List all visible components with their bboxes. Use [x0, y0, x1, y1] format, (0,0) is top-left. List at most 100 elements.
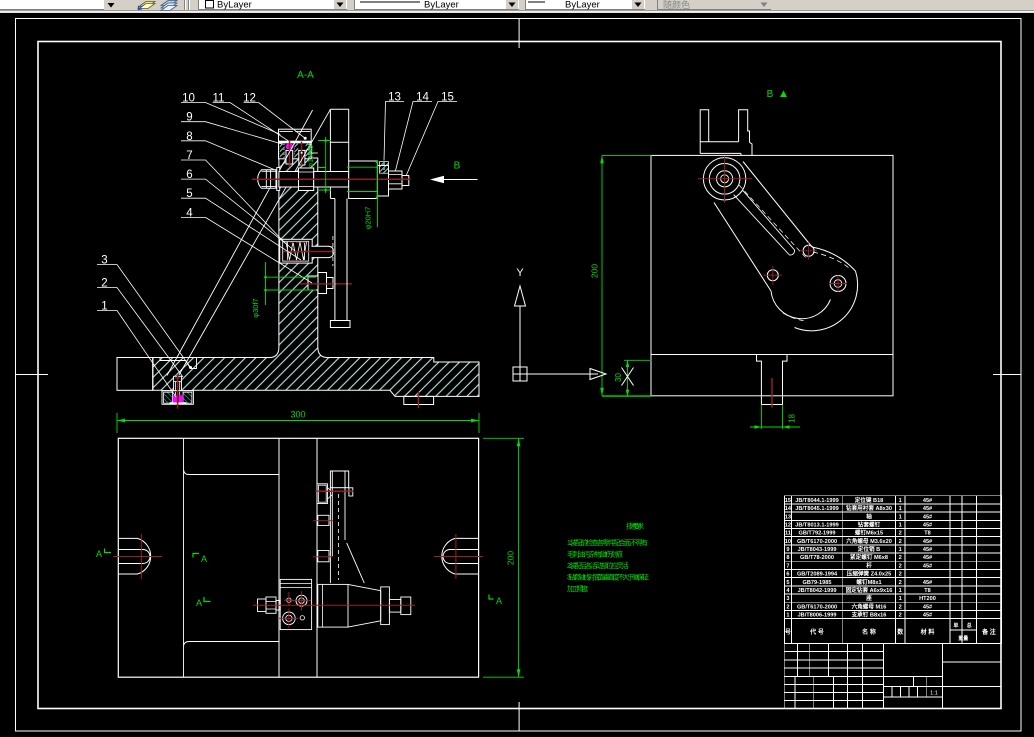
svg-text:加工精度.: 加工精度.	[567, 584, 588, 593]
svg-text:1: 1	[899, 506, 902, 512]
svg-text:45#: 45#	[923, 580, 933, 586]
svg-text:材 料: 材 料	[920, 628, 935, 636]
svg-text:45#: 45#	[923, 604, 933, 610]
svg-text:12: 12	[785, 523, 791, 529]
svg-text:45#: 45#	[923, 498, 933, 504]
svg-text:2: 2	[899, 604, 902, 610]
svg-text:压缩弹簧 Z4.0x25: 压缩弹簧 Z4.0x25	[847, 570, 891, 578]
svg-text:7: 7	[786, 563, 789, 569]
svg-text:1: 1	[899, 547, 902, 553]
svg-text:18: 18	[788, 414, 797, 423]
svg-text:JB/T8006-1999: JB/T8006-1999	[798, 613, 837, 619]
svg-text:备 注: 备 注	[981, 628, 996, 636]
svg-text:1:1: 1:1	[930, 691, 938, 697]
svg-text:45#: 45#	[923, 506, 933, 512]
svg-text:A: A	[196, 598, 202, 608]
svg-text:1: 1	[899, 514, 902, 520]
svg-text:六角螺母 M3.6x20: 六角螺母 M3.6x20	[846, 537, 892, 545]
svg-text:数: 数	[897, 628, 904, 636]
svg-text:10: 10	[785, 539, 791, 545]
svg-text:2: 2	[899, 563, 902, 569]
svg-text:2.装配后各活动部位应灵活.: 2.装配后各活动部位应灵活.	[567, 561, 629, 570]
svg-text:号: 号	[785, 628, 791, 636]
svg-text:1: 1	[899, 498, 902, 504]
svg-text:钻套螺钉: 钻套螺钉	[858, 521, 881, 529]
svg-text:1: 1	[786, 613, 789, 619]
svg-text:座: 座	[865, 594, 872, 602]
svg-text:14: 14	[785, 506, 792, 512]
svg-text:GB/T6170-2000: GB/T6170-2000	[797, 539, 837, 545]
svg-text:GB/T2089-1994: GB/T2089-1994	[797, 572, 838, 578]
svg-text:2: 2	[899, 531, 902, 537]
svg-text:代 号: 代 号	[809, 628, 824, 636]
svg-text:钻套用衬套 A8x30: 钻套用衬套 A8x30	[846, 504, 892, 512]
svg-text:300: 300	[290, 410, 305, 420]
svg-text:六角螺母 M16: 六角螺母 M16	[852, 602, 887, 610]
svg-text:A: A	[496, 596, 502, 606]
svg-text:2: 2	[786, 604, 789, 610]
svg-text:1: 1	[899, 588, 902, 594]
svg-text:45#: 45#	[923, 514, 933, 520]
svg-text:固定钻套 A6x9x16: 固定钻套 A6x9x16	[846, 586, 893, 594]
svg-text:毛刺, 油污, 杂物, 碰伤划痕: 毛刺, 油污, 杂物, 碰伤划痕	[567, 550, 623, 559]
svg-text:杆: 杆	[866, 561, 872, 569]
svg-text:T8: T8	[924, 531, 931, 537]
svg-text:名 称: 名 称	[862, 628, 876, 636]
svg-text:ByLayer: ByLayer	[217, 0, 252, 11]
svg-text:GB/T6170-2000: GB/T6170-2000	[797, 604, 837, 610]
svg-text:重量: 重量	[958, 635, 968, 642]
svg-text:11: 11	[785, 531, 791, 537]
svg-text:200: 200	[590, 264, 600, 278]
svg-text:1.装配前检查各零件配合面, 不得有: 1.装配前检查各零件配合面, 不得有	[567, 538, 648, 547]
svg-text:JB/T8045.1-1999: JB/T8045.1-1999	[795, 506, 839, 512]
svg-text:15: 15	[785, 498, 791, 504]
svg-text:2: 2	[899, 539, 902, 545]
svg-text:技术要求: 技术要求	[626, 522, 644, 531]
svg-text:轴: 轴	[866, 512, 872, 520]
svg-text:ByLayer: ByLayer	[565, 0, 600, 11]
svg-text:9: 9	[786, 547, 789, 553]
svg-text:45#: 45#	[923, 563, 933, 569]
svg-text:45#: 45#	[923, 539, 933, 545]
svg-text:JB/T8044.1-1999: JB/T8044.1-1999	[795, 498, 839, 504]
svg-text:45#: 45#	[923, 523, 933, 529]
svg-text:定位键 B18: 定位键 B18	[854, 496, 884, 504]
svg-text:200: 200	[506, 551, 516, 565]
svg-text:2: 2	[899, 613, 902, 619]
svg-text:3: 3	[786, 596, 789, 602]
svg-text:ByLayer: ByLayer	[424, 0, 459, 11]
svg-text:GB79-1985: GB79-1985	[803, 580, 832, 586]
svg-text:30: 30	[614, 373, 623, 382]
svg-text:Y: Y	[516, 267, 524, 279]
svg-text:φ30f7: φ30f7	[251, 298, 260, 317]
svg-text:JB/T8043-1999: JB/T8043-1999	[798, 547, 837, 553]
svg-text:φ20H7: φ20H7	[364, 207, 373, 230]
svg-text:HT200: HT200	[919, 596, 936, 602]
svg-text:φ15H8: φ15H8	[306, 145, 315, 168]
svg-text:B: B	[767, 89, 774, 100]
svg-text:2: 2	[899, 555, 902, 561]
svg-text:3.钻套轴线对底面垂直度不大于0.01,保证: 3.钻套轴线对底面垂直度不大于0.01,保证	[567, 573, 649, 582]
svg-text:支承钉 B8x16: 支承钉 B8x16	[851, 611, 887, 619]
svg-text:螺钉M6x15: 螺钉M6x15	[855, 529, 883, 537]
svg-text:A: A	[201, 554, 207, 564]
svg-text:A-A: A-A	[297, 70, 314, 81]
svg-text:13: 13	[785, 514, 791, 520]
svg-text:45#: 45#	[923, 547, 933, 553]
svg-text:随颜色: 随颜色	[663, 0, 690, 10]
svg-text:45#: 45#	[923, 555, 933, 561]
svg-text:1: 1	[899, 523, 902, 529]
svg-text:GB/T792-1999: GB/T792-1999	[798, 531, 835, 537]
svg-text:2: 2	[899, 572, 902, 578]
svg-text:紧定螺钉 M6x8: 紧定螺钉 M6x8	[850, 553, 888, 561]
svg-text:45#: 45#	[923, 613, 933, 619]
svg-text:螺钉M8x1: 螺钉M8x1	[856, 578, 881, 586]
svg-text:GB/T78-2000: GB/T78-2000	[800, 555, 834, 561]
svg-text:单: 单	[953, 622, 958, 629]
svg-text:总: 总	[967, 622, 972, 629]
svg-text:2: 2	[899, 580, 902, 586]
svg-text:T8: T8	[924, 588, 931, 594]
svg-text:5: 5	[786, 580, 789, 586]
svg-text:8: 8	[786, 555, 789, 561]
svg-text:JB/T8013.1-1999: JB/T8013.1-1999	[795, 523, 839, 529]
